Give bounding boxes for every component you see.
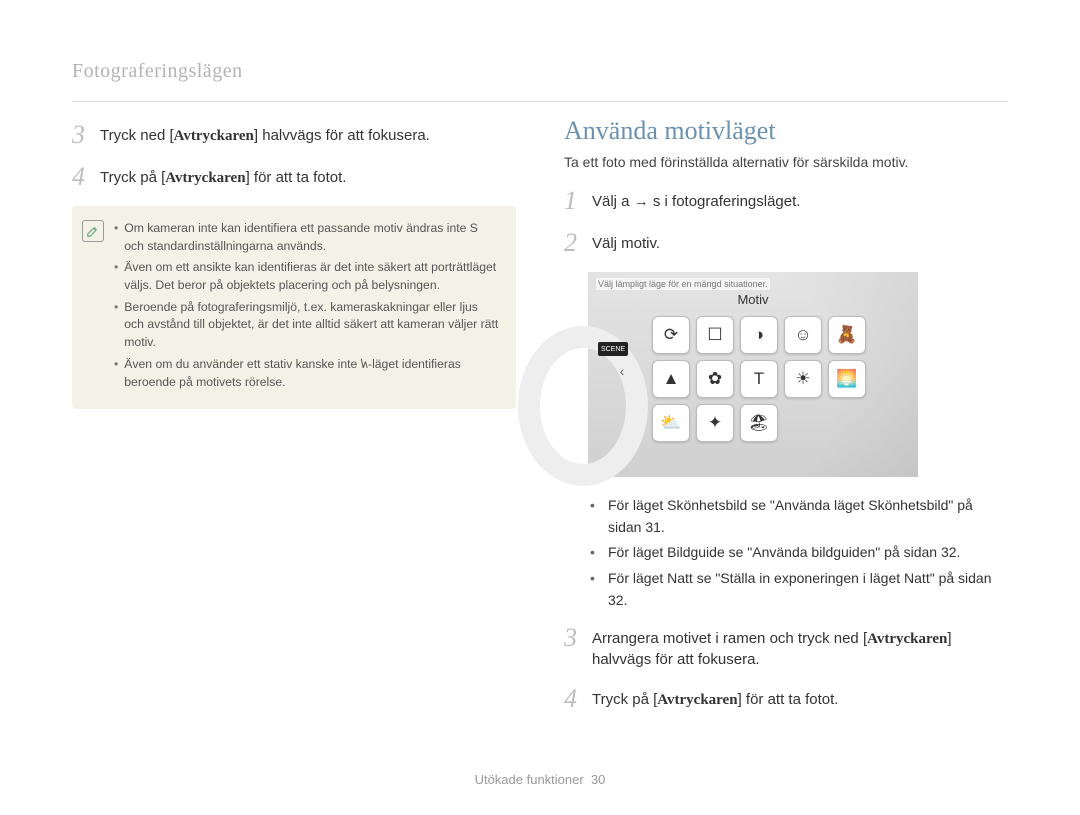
night-icon[interactable]: ◑: [740, 316, 778, 354]
info-pencil-icon: [82, 220, 104, 242]
dawn-icon[interactable]: 🌅: [828, 360, 866, 398]
header-divider: [72, 101, 1008, 102]
dial-arc: [518, 326, 648, 486]
page-header-title: Fotograferingslägen: [72, 60, 1008, 83]
lcd-left-controls: SCENE ‹: [588, 312, 628, 471]
shutter-label: Avtryckaren: [867, 631, 947, 647]
sunset-icon[interactable]: ☀: [784, 360, 822, 398]
step-text-part: Arrangera motivet i ramen och tryck ned …: [592, 630, 867, 647]
text-icon[interactable]: T: [740, 360, 778, 398]
beauty-icon[interactable]: ⟳: [652, 316, 690, 354]
note-text: För läget Natt se "Ställa in exponeringe…: [608, 568, 1008, 611]
camera-lcd-illustration: Välj lämpligt läge för en mängd situatio…: [588, 272, 918, 477]
additional-notes-list: För läget Skönhetsbild se "Använda läget…: [564, 495, 1008, 611]
guide-icon[interactable]: ☐: [696, 316, 734, 354]
step-text-part: Tryck på [: [100, 169, 165, 186]
scene-icon-grid: ⟳ ☐ ◑ ☺ 🧸 ▲ ✿ T ☀ 🌅 ⛅ ✦ 🏖: [652, 316, 866, 442]
note-icon-wrap: [82, 220, 104, 395]
two-column-layout: 3 Tryck ned [Avtryckaren] halvvägs för a…: [72, 116, 1008, 728]
note-text: Även om du använder ett stativ kanske in…: [124, 356, 500, 391]
right-step-1: 1 Välj a → s i fotograferingsläget.: [564, 188, 1008, 214]
left-column: 3 Tryck ned [Avtryckaren] halvvägs för a…: [72, 116, 516, 728]
note-item: Även om du använder ett stativ kanske in…: [114, 356, 500, 391]
section-title: Använda motivläget: [564, 116, 1008, 146]
right-step-3: 3 Arrangera motivet i ramen och tryck ne…: [564, 625, 1008, 670]
note-item: Om kameran inte kan identifiera ett pass…: [114, 220, 500, 255]
note-text: För läget Bildguide se "Använda bildguid…: [608, 542, 960, 564]
step-number: 4: [564, 686, 582, 712]
chevron-left-icon: ‹: [616, 366, 628, 378]
step-text: Arrangera motivet i ramen och tryck ned …: [592, 625, 1008, 670]
step-text: Välj a → s i fotograferingsläget.: [592, 188, 800, 212]
scene-mode-badge: SCENE: [598, 342, 628, 356]
backlight-icon[interactable]: ⛅: [652, 404, 690, 442]
note-item: För läget Natt se "Ställa in exponeringe…: [590, 568, 1008, 611]
note-box: Om kameran inte kan identifiera ett pass…: [72, 206, 516, 409]
footer-section: Utökade funktioner: [475, 772, 584, 787]
left-step-4: 4 Tryck på [Avtryckaren] för att ta foto…: [72, 164, 516, 190]
note-text: Beroende på fotograferingsmiljö, t.ex. k…: [124, 299, 500, 352]
portrait-icon[interactable]: ☺: [784, 316, 822, 354]
step-number: 3: [72, 122, 90, 148]
lcd-panel-title: Motiv: [737, 292, 768, 307]
page: Fotograferingslägen 3 Tryck ned [Avtryck…: [0, 0, 1080, 815]
note-list: Om kameran inte kan identifiera ett pass…: [114, 220, 500, 395]
lcd-caption: Välj lämpligt läge för en mängd situatio…: [596, 278, 770, 290]
shutter-label: Avtryckaren: [174, 128, 254, 144]
step-text-part: ] för att ta fotot.: [738, 691, 839, 708]
step-text-part: Välj a: [592, 193, 634, 210]
beach-snow-icon[interactable]: 🏖: [740, 404, 778, 442]
step-text-part: Tryck ned [: [100, 127, 174, 144]
right-step-2: 2 Välj motiv.: [564, 230, 1008, 256]
page-footer: Utökade funktioner 30: [0, 772, 1080, 787]
step-number: 2: [564, 230, 582, 256]
page-number: 30: [591, 772, 605, 787]
fireworks-icon[interactable]: ✦: [696, 404, 734, 442]
note-text: Även om ett ansikte kan identifieras är …: [124, 259, 500, 294]
step-text-part: ] halvvägs för att fokusera.: [254, 127, 430, 144]
step-number: 3: [564, 625, 582, 651]
shutter-label: Avtryckaren: [165, 170, 245, 186]
step-number: 1: [564, 188, 582, 214]
closeup-icon[interactable]: ✿: [696, 360, 734, 398]
children-icon[interactable]: 🧸: [828, 316, 866, 354]
right-step-4: 4 Tryck på [Avtryckaren] för att ta foto…: [564, 686, 1008, 712]
note-text: För läget Skönhetsbild se "Använda läget…: [608, 495, 1008, 538]
note-item: Beroende på fotograferingsmiljö, t.ex. k…: [114, 299, 500, 352]
shutter-label: Avtryckaren: [657, 692, 737, 708]
step-text-part: s i fotograferingsläget.: [649, 193, 801, 210]
note-item: Även om ett ansikte kan identifieras är …: [114, 259, 500, 294]
section-subtitle: Ta ett foto med förinställda alternativ …: [564, 154, 1008, 170]
note-text: Om kameran inte kan identifiera ett pass…: [124, 220, 500, 255]
step-text-part: Tryck på [: [592, 691, 657, 708]
left-step-3: 3 Tryck ned [Avtryckaren] halvvägs för a…: [72, 122, 516, 148]
step-number: 4: [72, 164, 90, 190]
step-text: Välj motiv.: [592, 230, 660, 254]
landscape-icon[interactable]: ▲: [652, 360, 690, 398]
step-text: Tryck på [Avtryckaren] för att ta fotot.: [100, 164, 346, 188]
arrow-icon: →: [634, 193, 649, 210]
step-text: Tryck ned [Avtryckaren] halvvägs för att…: [100, 122, 430, 146]
note-item: För läget Bildguide se "Använda bildguid…: [590, 542, 1008, 564]
note-item: För läget Skönhetsbild se "Använda läget…: [590, 495, 1008, 538]
right-column: Använda motivläget Ta ett foto med förin…: [564, 116, 1008, 728]
step-text: Tryck på [Avtryckaren] för att ta fotot.: [592, 686, 838, 710]
step-text-part: ] för att ta fotot.: [246, 169, 347, 186]
